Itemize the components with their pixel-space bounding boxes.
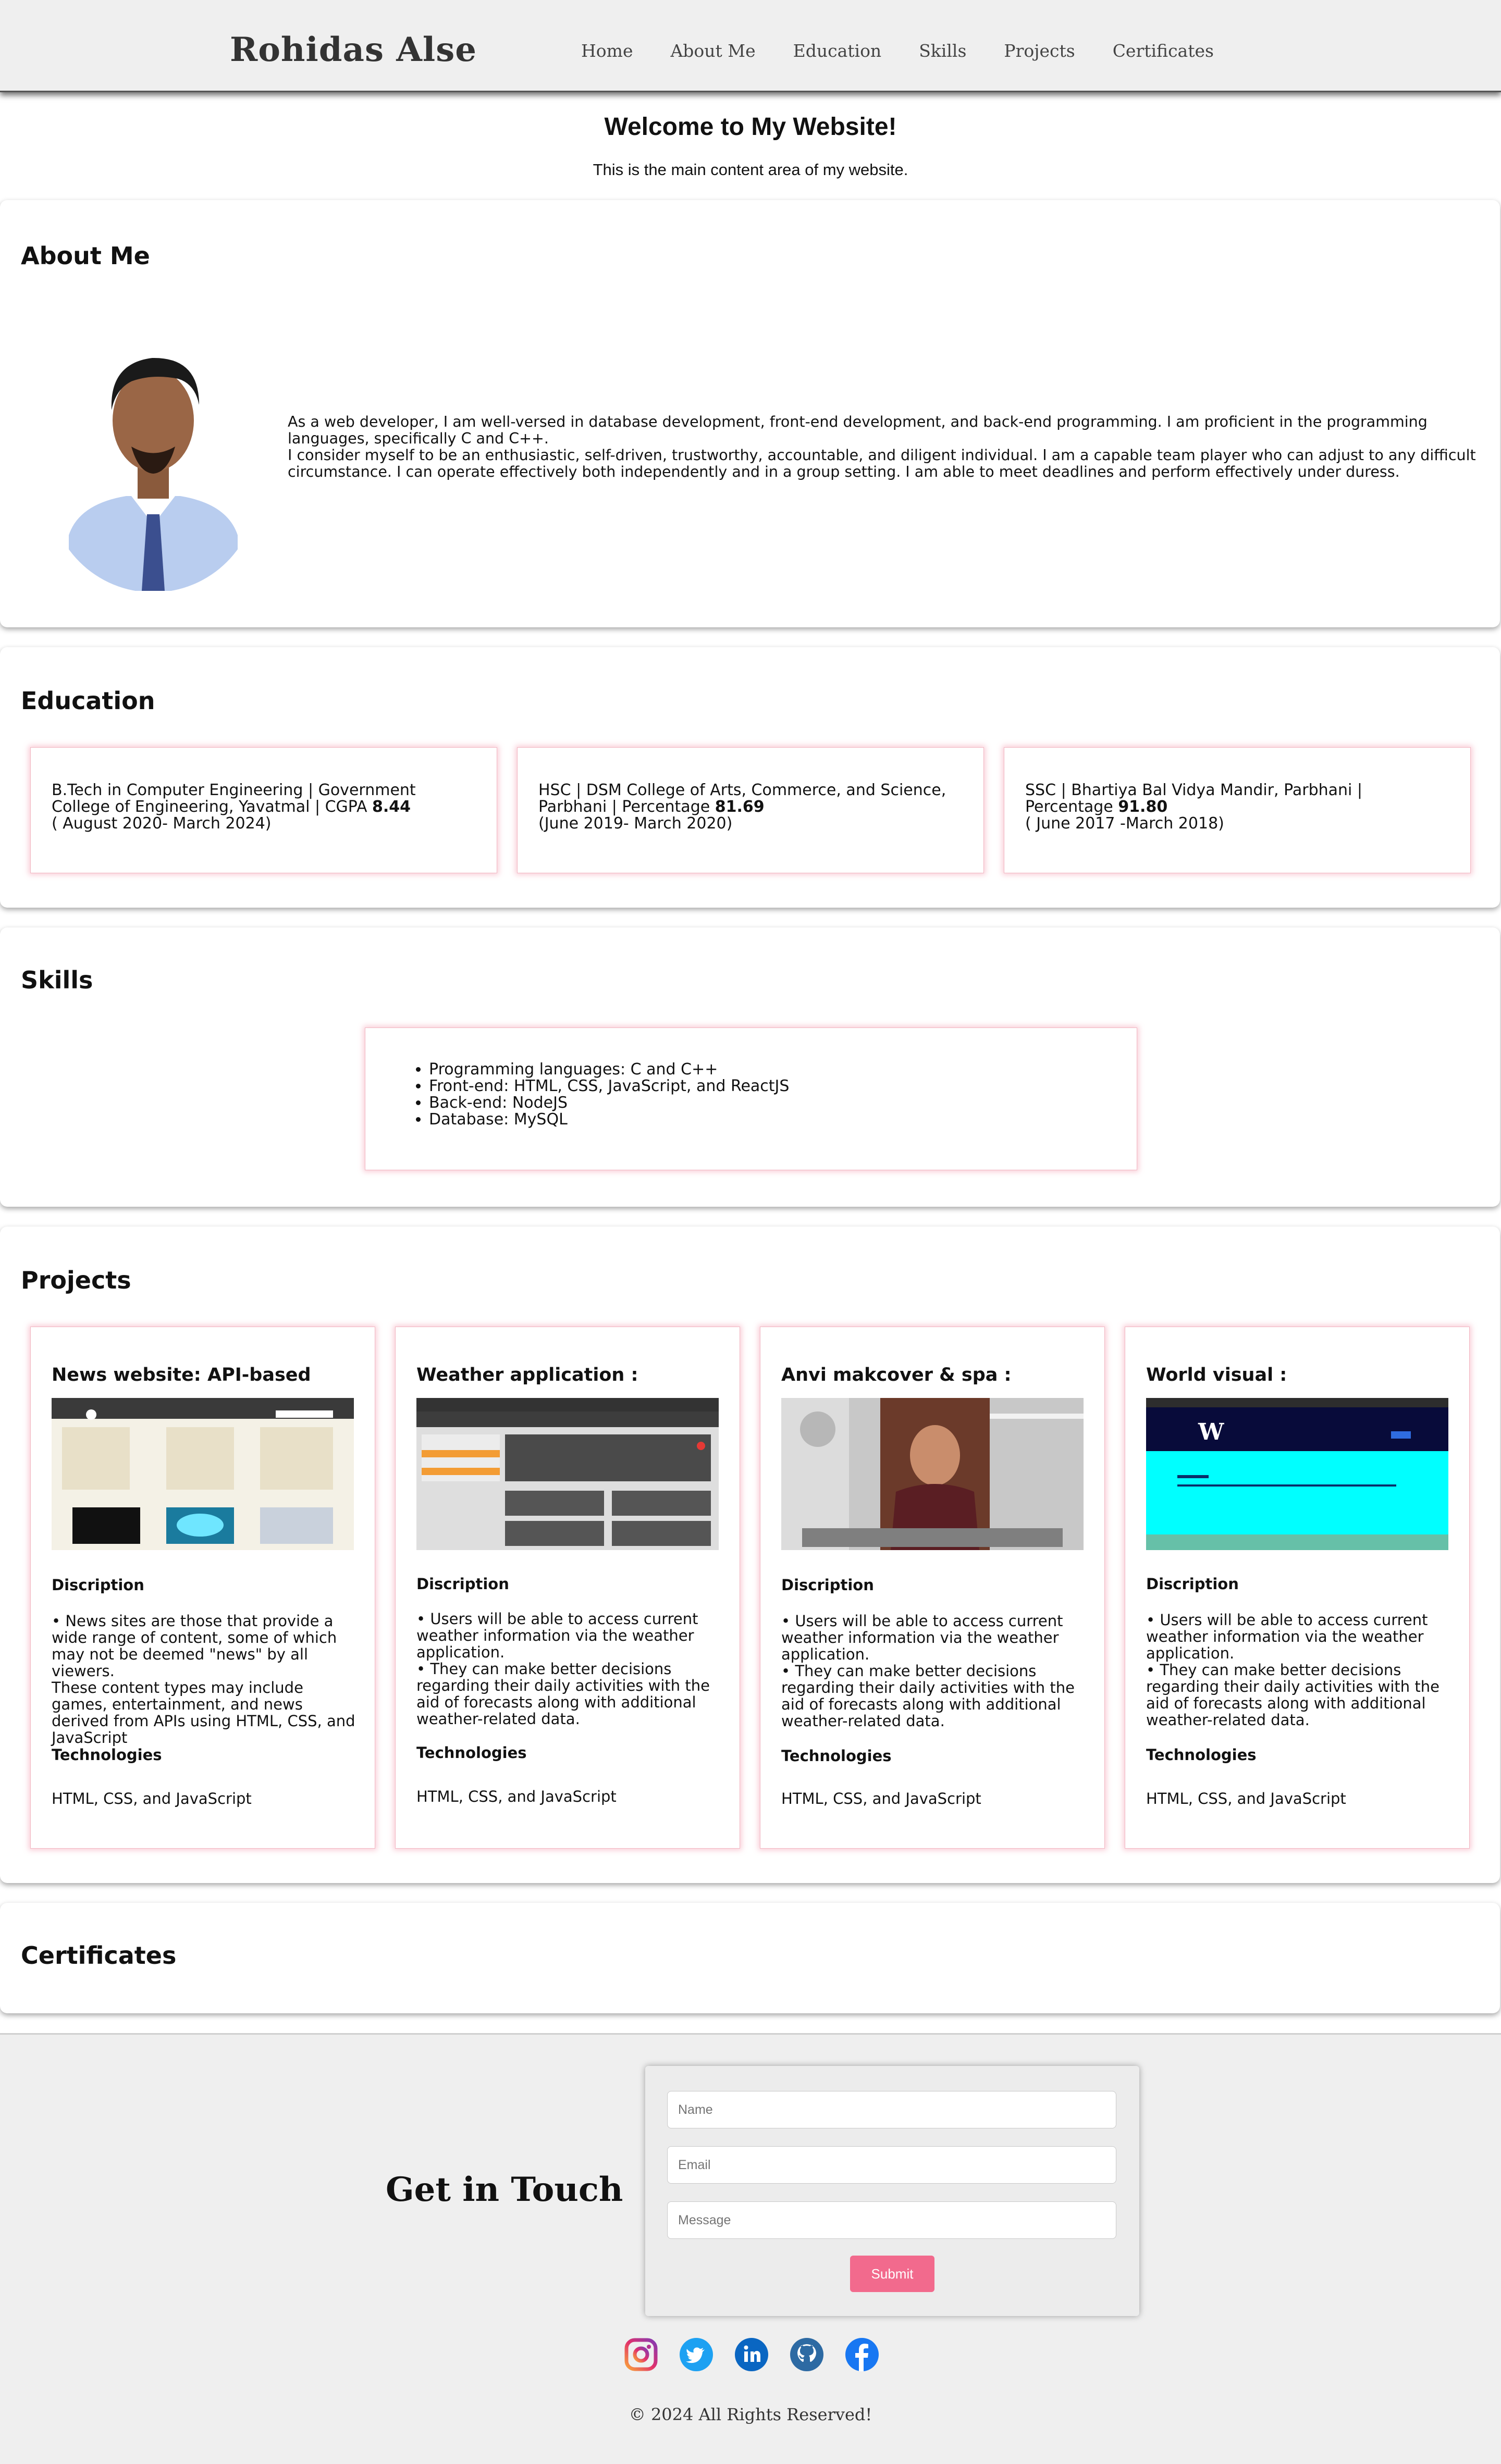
main-nav: Home About Me Education Skills Projects … bbox=[581, 41, 1214, 61]
welcome-subtitle: This is the main content area of my webs… bbox=[593, 160, 908, 179]
project-description-text: • They can make better decisions regardi… bbox=[1146, 1661, 1440, 1729]
project-description-text: • News sites are those that provide a wi… bbox=[52, 1612, 337, 1680]
get-in-touch-title: Get in Touch bbox=[386, 2170, 623, 2209]
project-description: • News sites are those that provide a wi… bbox=[52, 1613, 359, 1746]
education-text: SSC | Bhartiya Bal Vidya Mandir, Parbhan… bbox=[1025, 782, 1453, 832]
nav-home[interactable]: Home bbox=[581, 41, 633, 61]
education-dates: ( June 2017 -March 2018) bbox=[1025, 814, 1224, 833]
project-description-label: Discription bbox=[416, 1575, 509, 1593]
education-section: Education B.Tech in Computer Engineering… bbox=[0, 647, 1500, 908]
project-description-text: • Users will be able to access current w… bbox=[781, 1612, 1063, 1663]
email-input[interactable] bbox=[667, 2146, 1116, 2184]
github-icon[interactable] bbox=[789, 2337, 825, 2372]
certificates-section: Certificates bbox=[0, 1903, 1500, 2013]
nav-projects[interactable]: Projects bbox=[1004, 41, 1075, 61]
project-description-text: These content types may include games, e… bbox=[52, 1679, 355, 1747]
education-line: SSC | Bhartiya Bal Vidya Mandir, Parbhan… bbox=[1025, 781, 1363, 816]
education-card: B.Tech in Computer Engineering | Governm… bbox=[30, 747, 497, 873]
nav-education[interactable]: Education bbox=[793, 41, 882, 61]
project-technologies-label: Technologies bbox=[52, 1746, 162, 1764]
projects-section: Projects News website: API-based Discrip… bbox=[0, 1227, 1500, 1883]
project-description: • Users will be able to access current w… bbox=[781, 1613, 1089, 1729]
projects-title: Projects bbox=[21, 1266, 131, 1294]
education-card: HSC | DSM College of Arts, Commerce, and… bbox=[517, 747, 984, 873]
skills-section: Skills Programming languages: C and C++ … bbox=[0, 927, 1500, 1207]
project-description-text: • They can make better decisions regardi… bbox=[416, 1660, 710, 1728]
skills-card: Programming languages: C and C++ Front-e… bbox=[365, 1027, 1137, 1170]
project-technologies: HTML, CSS, and JavaScript bbox=[1146, 1790, 1346, 1807]
twitter-icon[interactable] bbox=[679, 2337, 714, 2372]
skill-item: Programming languages: C and C++ bbox=[429, 1061, 789, 1078]
about-paragraph-1: As a web developer, I am well-versed in … bbox=[288, 413, 1428, 447]
project-technologies: HTML, CSS, and JavaScript bbox=[416, 1788, 617, 1805]
nav-skills[interactable]: Skills bbox=[919, 41, 966, 61]
project-description-label: Discription bbox=[1146, 1575, 1239, 1593]
education-dates: ( August 2020- March 2024) bbox=[52, 814, 272, 833]
project-technologies: HTML, CSS, and JavaScript bbox=[781, 1790, 981, 1807]
project-technologies-label: Technologies bbox=[1146, 1746, 1257, 1764]
education-text: B.Tech in Computer Engineering | Governm… bbox=[52, 782, 479, 832]
welcome-title: Welcome to My Website! bbox=[604, 113, 897, 141]
project-card: Anvi makcover & spa : Discription • User… bbox=[760, 1327, 1105, 1849]
education-score: 91.80 bbox=[1118, 798, 1168, 816]
brand-name: Rohidas Alse bbox=[230, 30, 477, 69]
instagram-icon[interactable] bbox=[623, 2337, 659, 2372]
project-description-text: • Users will be able to access current w… bbox=[1146, 1611, 1428, 1662]
education-title: Education bbox=[21, 687, 155, 715]
certificates-title: Certificates bbox=[21, 1941, 177, 1970]
skills-title: Skills bbox=[21, 966, 93, 994]
about-title: About Me bbox=[21, 242, 150, 270]
nav-certificates[interactable]: Certificates bbox=[1113, 41, 1214, 61]
skill-item: Database: MySQL bbox=[429, 1111, 789, 1128]
skill-item: Back-end: NodeJS bbox=[429, 1095, 789, 1111]
project-description-text: • Users will be able to access current w… bbox=[416, 1610, 698, 1661]
education-line: B.Tech in Computer Engineering | Governm… bbox=[52, 781, 416, 816]
project-screenshot[interactable] bbox=[52, 1398, 354, 1550]
project-screenshot[interactable]: W bbox=[1146, 1398, 1448, 1550]
name-input[interactable] bbox=[667, 2091, 1116, 2128]
svg-text:W: W bbox=[1198, 1419, 1224, 1445]
social-links bbox=[623, 2337, 880, 2372]
project-title: Weather application : bbox=[416, 1365, 638, 1385]
project-description-text: • They can make better decisions regardi… bbox=[781, 1662, 1075, 1730]
education-score: 81.69 bbox=[715, 798, 765, 816]
profile-photo bbox=[48, 316, 259, 591]
about-text: As a web developer, I am well-versed in … bbox=[288, 414, 1486, 480]
nav-about-me[interactable]: About Me bbox=[670, 41, 755, 61]
copyright-text: © 2024 All Rights Reserved! bbox=[629, 2405, 872, 2424]
project-title: World visual : bbox=[1146, 1365, 1287, 1385]
linkedin-icon[interactable] bbox=[734, 2337, 769, 2372]
footer: Get in Touch Submit bbox=[0, 2033, 1501, 2464]
about-paragraph-2: I consider myself to be an enthusiastic,… bbox=[288, 447, 1476, 480]
education-text: HSC | DSM College of Arts, Commerce, and… bbox=[538, 782, 966, 832]
project-card: Weather application : Discription • User… bbox=[395, 1327, 740, 1849]
project-title: News website: API-based bbox=[52, 1365, 311, 1385]
submit-button[interactable]: Submit bbox=[850, 2256, 934, 2292]
top-navbar: Rohidas Alse Home About Me Education Ski… bbox=[0, 0, 1501, 92]
education-dates: (June 2019- March 2020) bbox=[538, 814, 733, 833]
contact-form: Submit bbox=[645, 2066, 1139, 2316]
project-description-label: Discription bbox=[781, 1576, 874, 1594]
project-technologies-label: Technologies bbox=[781, 1747, 892, 1765]
message-input[interactable] bbox=[667, 2201, 1116, 2239]
education-score: 8.44 bbox=[372, 798, 411, 816]
project-description: • Users will be able to access current w… bbox=[1146, 1612, 1454, 1728]
about-section: About Me As a web developer, I am well-v… bbox=[0, 200, 1500, 627]
project-screenshot[interactable] bbox=[416, 1398, 719, 1550]
project-description-label: Discription bbox=[52, 1576, 144, 1594]
facebook-icon[interactable] bbox=[844, 2337, 880, 2372]
project-description: • Users will be able to access current w… bbox=[416, 1611, 724, 1727]
project-card: World visual : W Discription • Users wil… bbox=[1125, 1327, 1470, 1849]
project-technologies-label: Technologies bbox=[416, 1744, 527, 1762]
project-title: Anvi makcover & spa : bbox=[781, 1365, 1012, 1385]
project-technologies: HTML, CSS, and JavaScript bbox=[52, 1790, 252, 1807]
project-card: News website: API-based Discription • Ne… bbox=[30, 1327, 375, 1849]
project-screenshot[interactable] bbox=[781, 1398, 1084, 1550]
skills-list: Programming languages: C and C++ Front-e… bbox=[413, 1061, 789, 1128]
skill-item: Front-end: HTML, CSS, JavaScript, and Re… bbox=[429, 1078, 789, 1095]
education-card: SSC | Bhartiya Bal Vidya Mandir, Parbhan… bbox=[1004, 747, 1471, 873]
